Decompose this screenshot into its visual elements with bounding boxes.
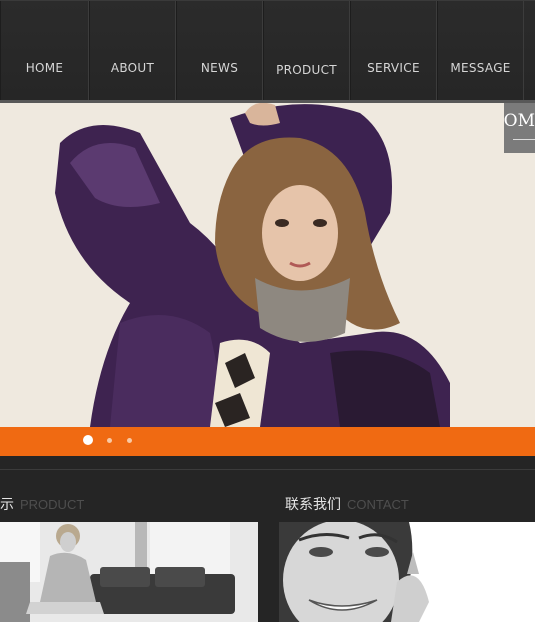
nav-message-label: MESSAGE — [450, 61, 511, 75]
main-nav: HOME ABOUT NEWS PRODUCT SERVICE MESSAGE — [0, 0, 535, 101]
product-photo — [0, 522, 258, 622]
nav-home-label: HOME — [25, 61, 64, 75]
product-image[interactable] — [0, 522, 258, 622]
banner-side-tab[interactable]: OM — [504, 103, 535, 153]
contact-title-en: CONTACT — [347, 497, 409, 512]
banner-side-tab-text: OM — [504, 111, 535, 131]
product-section-title: 示 PRODUCT — [0, 494, 84, 514]
contact-section-title: 联系我们 CONTACT — [285, 494, 409, 514]
nav-item-message[interactable]: MESSAGE — [437, 1, 524, 101]
nav-news-label: NEWS — [200, 61, 239, 75]
hero-image — [0, 103, 535, 427]
contact-title-cn: 联系我们 — [285, 497, 341, 513]
hero-banner[interactable]: OM — [0, 103, 535, 427]
nav-about-label: ABOUT — [110, 61, 155, 75]
product-title-en: PRODUCT — [20, 497, 85, 512]
slide-indicator-2[interactable] — [107, 438, 112, 443]
product-title-cn: 示 — [0, 497, 14, 513]
nav-product-label: PRODUCT — [276, 63, 337, 77]
nav-item-home[interactable]: HOME — [0, 1, 89, 101]
nav-item-news[interactable]: NEWS — [176, 1, 263, 101]
content-separator — [0, 469, 535, 470]
nav-item-service[interactable]: SERVICE — [350, 1, 437, 101]
side-tab-underline — [513, 139, 535, 140]
contact-image[interactable] — [279, 522, 535, 622]
slide-indicator-1[interactable] — [83, 435, 93, 445]
slider-bar — [0, 427, 535, 456]
contact-photo — [279, 522, 535, 622]
nav-item-product[interactable]: PRODUCT — [263, 1, 350, 101]
nav-item-about[interactable]: ABOUT — [89, 1, 176, 101]
nav-service-label: SERVICE — [367, 61, 420, 75]
slide-indicator-3[interactable] — [127, 438, 132, 443]
